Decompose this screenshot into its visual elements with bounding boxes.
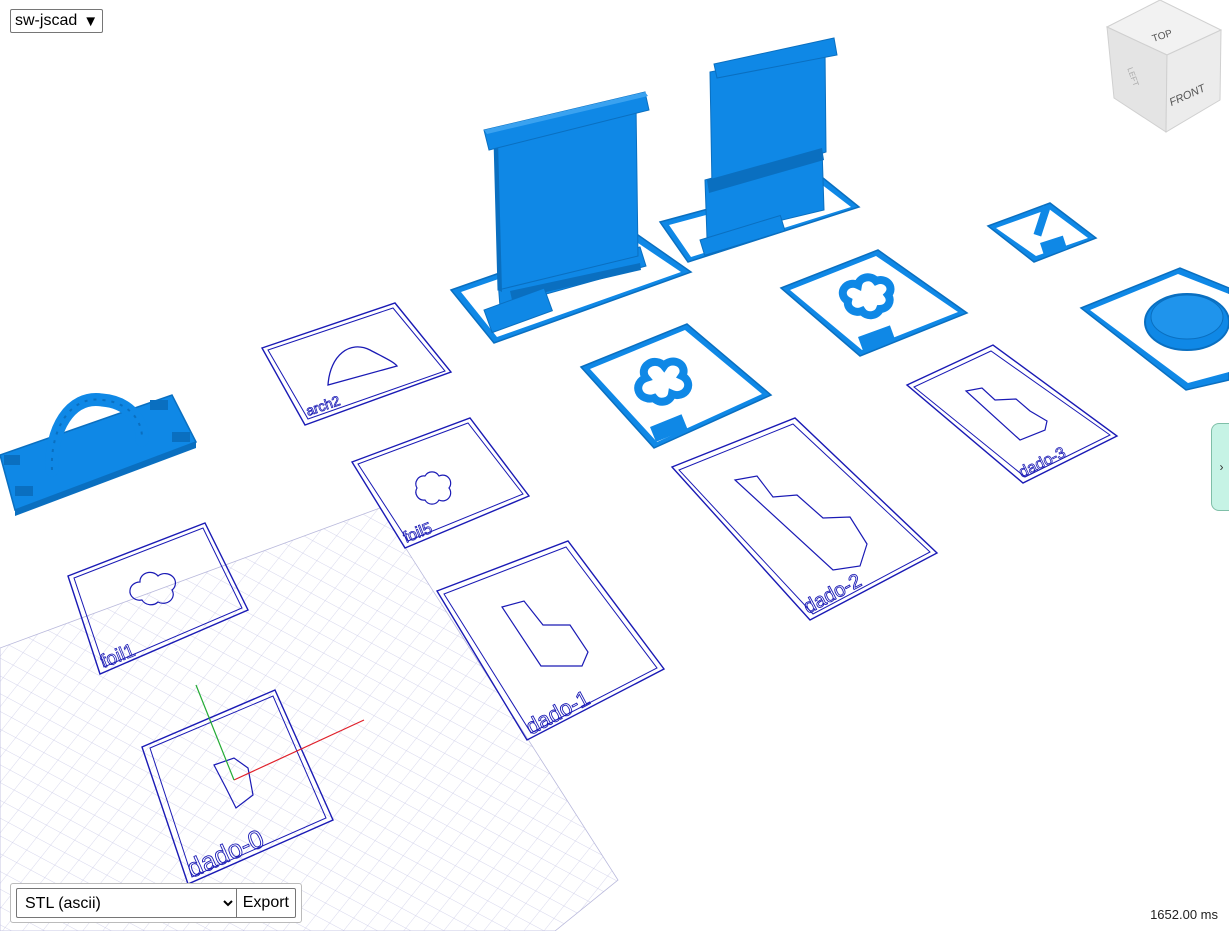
side-panel-toggle[interactable]: › [1211,423,1229,511]
dado-3-outline-part: dado-3 [905,344,1119,484]
export-toolbar: STL (ascii) Export [10,883,302,923]
dado-3-label: dado-3 [1016,444,1068,481]
arch2-label: arch2 [304,392,343,419]
chevron-right-icon: › [1219,460,1224,474]
arch2-outline-part: arch2 [260,302,453,426]
wall-panel-solid-2 [658,37,861,263]
post-solid-model [986,202,1098,263]
trefoil-solid-model [579,323,773,449]
3d-viewport[interactable]: arch2 foil1 foil5 dado-0 dado-1 dado-2 d… [0,0,1229,931]
dado-2-outline-part: dado-2 [670,417,939,621]
wall-panel-solid-1 [449,91,693,344]
export-button[interactable]: Export [236,888,296,918]
quatrefoil-solid-model [779,249,969,357]
arch-solid-model [0,393,198,516]
view-cube[interactable]: TOP FRONT LEFT [1100,0,1229,135]
render-time-readout: 1652.00 ms [1150,907,1218,922]
chevron-down-icon: ▼ [83,12,99,30]
disc-solid-model [1079,267,1229,391]
dado-1-label: dado-1 [522,685,594,739]
model-selector-label: sw-jscad [15,12,78,29]
dado-2-label: dado-2 [800,570,865,619]
model-selector[interactable]: sw-jscad ▼ [10,9,104,33]
export-format-select[interactable]: STL (ascii) [16,888,237,918]
